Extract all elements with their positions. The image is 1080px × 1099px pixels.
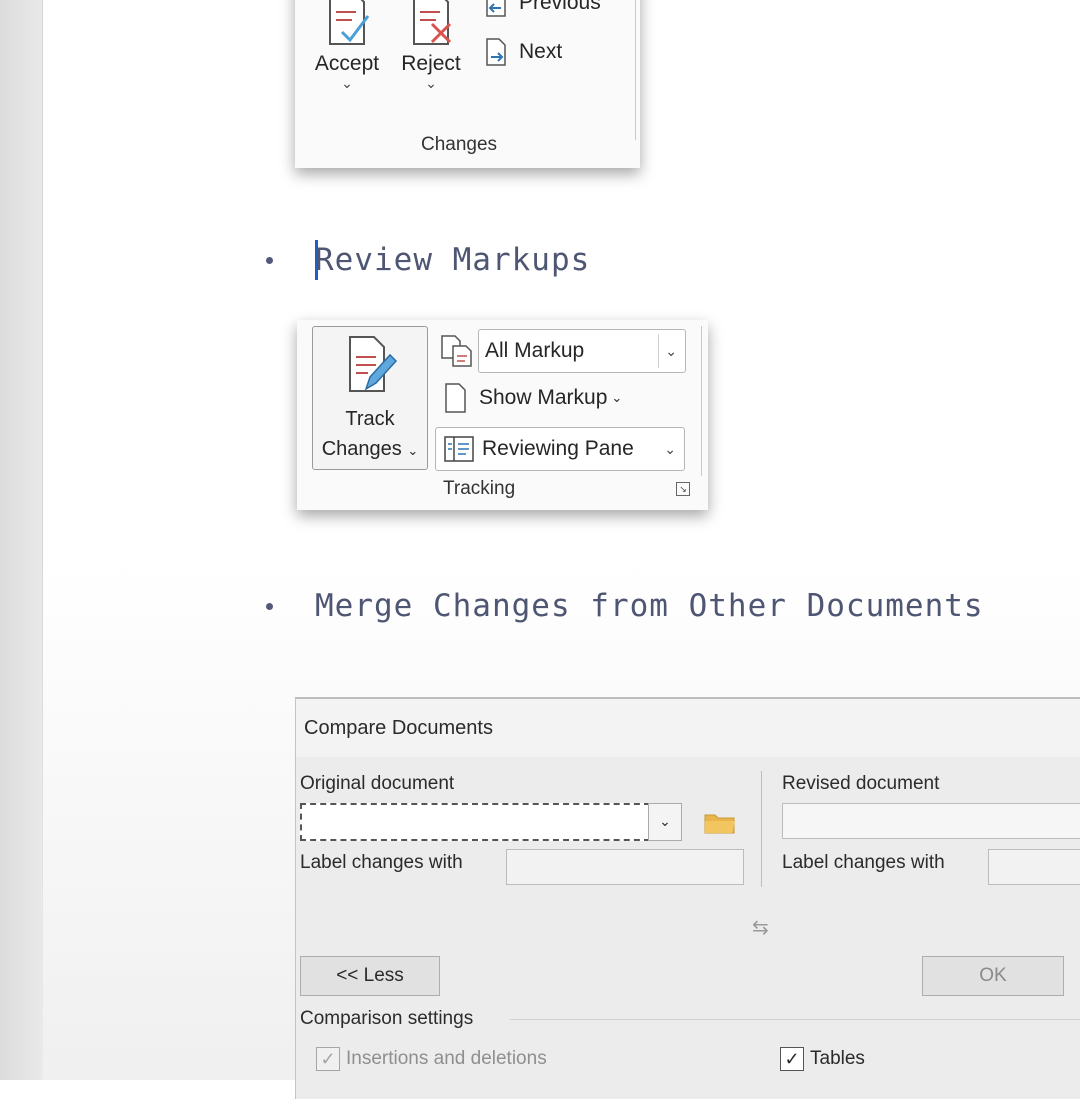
insertions-deletions-checkbox[interactable]: ✓ Insertions and deletions <box>316 1047 547 1071</box>
track-changes-button[interactable]: Track Changes ⌄ <box>312 326 428 470</box>
show-markup-button[interactable]: Show Markup ⌄ <box>443 382 622 414</box>
bullet-text: Merge Changes from Other Documents <box>315 588 984 624</box>
reject-button[interactable]: Reject ⌄ <box>393 0 469 90</box>
dialog-launcher-icon[interactable]: ↘ <box>676 482 690 496</box>
tables-label: Tables <box>810 1048 865 1069</box>
chevron-down-icon[interactable]: ⌄ <box>309 76 385 90</box>
revised-label-changes-input[interactable] <box>988 849 1080 885</box>
swap-documents-icon[interactable]: ⇆ <box>752 915 769 940</box>
dialog-title: Compare Documents <box>296 699 1080 757</box>
markup-mode-value: All Markup <box>485 339 585 362</box>
less-button[interactable]: << Less <box>300 956 440 996</box>
display-for-review-icon <box>441 335 472 367</box>
track-label-line2: Changes ⌄ <box>313 434 427 466</box>
track-label-text: Changes <box>321 438 402 460</box>
compare-documents-dialog: Compare Documents Original document ⌄ La… <box>295 697 1080 1099</box>
previous-change-button[interactable]: Previous <box>483 0 601 18</box>
insertions-deletions-label: Insertions and deletions <box>346 1048 547 1069</box>
checkmark-icon: ✓ <box>780 1047 804 1071</box>
document-left-margin <box>0 0 43 1080</box>
revised-document-combo[interactable] <box>782 803 1080 839</box>
previous-icon <box>486 0 506 17</box>
tables-checkbox[interactable]: ✓ Tables <box>780 1047 865 1071</box>
reviewing-pane-button[interactable]: Reviewing Pane ⌄ <box>435 427 685 471</box>
tracking-group-label: Tracking <box>443 478 516 499</box>
next-icon <box>486 38 506 66</box>
chevron-down-icon[interactable]: ⌄ <box>664 441 676 458</box>
original-document-combo[interactable] <box>300 803 650 841</box>
settings-divider <box>510 1019 1080 1020</box>
changes-group: Accept ⌄ Reject ⌄ Previous Next Changes <box>295 0 640 168</box>
original-document-label: Original document <box>300 773 455 794</box>
accept-icon <box>329 0 370 45</box>
previous-label: Previous <box>519 0 601 14</box>
show-markup-icon <box>445 383 466 413</box>
reviewing-pane-icon <box>444 436 474 462</box>
chevron-down-icon[interactable]: ⌄ <box>648 803 682 841</box>
bullet-review-markups: Review Markups <box>266 240 590 280</box>
ok-button[interactable]: OK <box>922 956 1064 996</box>
checkmark-icon: ✓ <box>316 1047 340 1071</box>
next-change-button[interactable]: Next <box>483 37 562 67</box>
original-label-changes-input[interactable] <box>506 849 744 885</box>
show-markup-label: Show Markup <box>479 386 608 409</box>
reject-icon <box>413 0 452 45</box>
track-label-line1: Track <box>345 408 395 430</box>
track-changes-icon <box>349 336 398 392</box>
revised-label-changes-label: Label changes with <box>782 852 945 873</box>
markup-mode-dropdown[interactable]: All Markup ⌄ <box>478 329 686 373</box>
comparison-settings-label: Comparison settings <box>300 1008 474 1029</box>
dropdown-separator <box>658 334 659 368</box>
group-divider <box>635 0 636 140</box>
bullet-merge-changes: Merge Changes from Other Documents <box>266 588 984 624</box>
chevron-down-icon[interactable]: ⌄ <box>611 390 622 406</box>
bullet-text: Review Markups <box>315 242 591 278</box>
browse-folder-icon[interactable] <box>704 811 736 835</box>
column-divider <box>761 771 762 887</box>
tracking-group: Track Changes ⌄ All Markup ⌄ Show Markup… <box>297 320 708 510</box>
bullet-icon <box>266 602 273 610</box>
next-label: Next <box>519 40 563 63</box>
bullet-icon <box>266 256 273 264</box>
accept-button[interactable]: Accept ⌄ <box>309 0 385 90</box>
revised-document-label: Revised document <box>782 773 940 794</box>
group-divider <box>701 326 702 476</box>
changes-group-label: Changes <box>421 134 498 155</box>
chevron-down-icon[interactable]: ⌄ <box>665 343 677 360</box>
original-label-changes-label: Label changes with <box>300 852 463 873</box>
chevron-down-icon[interactable]: ⌄ <box>393 76 469 90</box>
reject-label: Reject <box>401 52 461 75</box>
reviewing-pane-label: Reviewing Pane <box>482 437 634 460</box>
accept-label: Accept <box>314 52 380 75</box>
chevron-down-icon[interactable]: ⌄ <box>407 443 418 458</box>
